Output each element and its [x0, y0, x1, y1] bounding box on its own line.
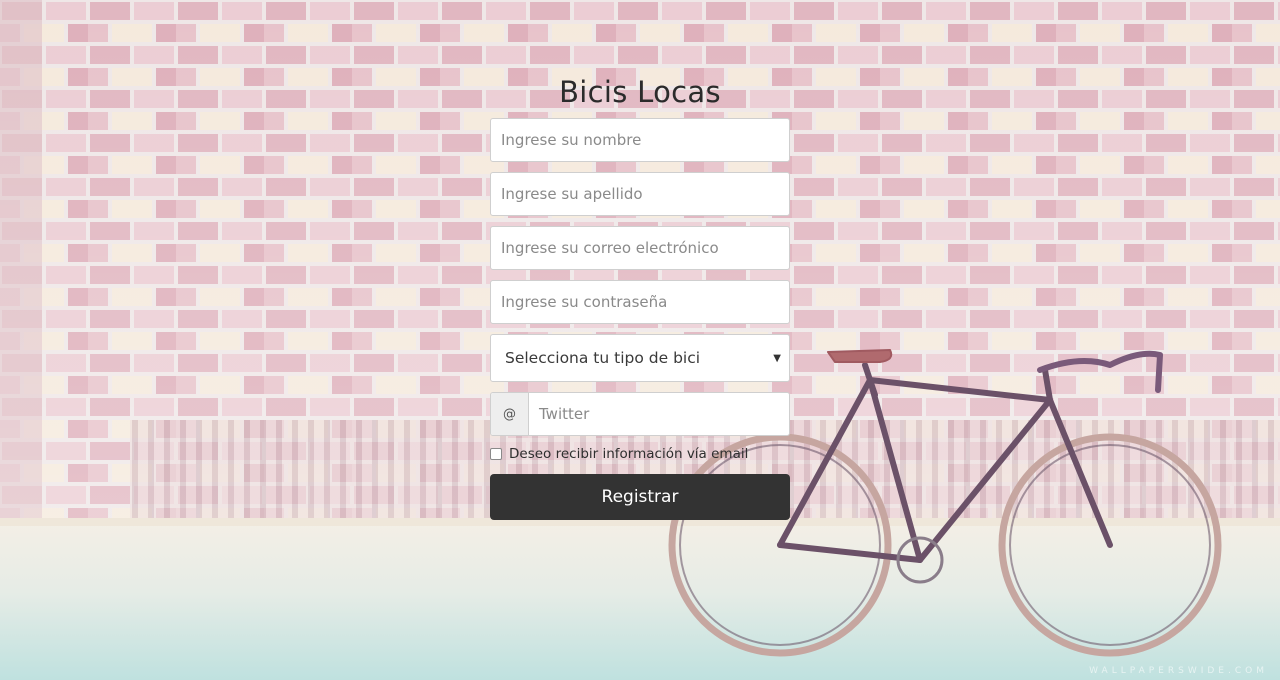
nombre-input[interactable]: Ingrese su nombre — [490, 118, 790, 162]
password-input[interactable]: Ingrese su contraseña — [490, 280, 790, 324]
page-title: Bicis Locas — [559, 75, 721, 109]
nombre-placeholder: Ingrese su nombre — [501, 131, 642, 149]
watermark: WALLPAPERSWIDE.COM — [1089, 666, 1268, 676]
bike-type-selected-value: Selecciona tu tipo de bici — [505, 349, 701, 367]
twitter-input-group: @ Twitter — [490, 392, 790, 436]
email-input[interactable]: Ingrese su correo electrónico — [490, 226, 790, 270]
password-placeholder: Ingrese su contraseña — [501, 293, 668, 311]
newsletter-label[interactable]: Deseo recibir información vía email — [509, 446, 748, 462]
register-button[interactable]: Registrar — [490, 474, 790, 520]
caret-down-icon: ▼ — [773, 352, 781, 364]
newsletter-option: Deseo recibir información vía email — [490, 444, 790, 464]
newsletter-checkbox[interactable] — [490, 448, 502, 460]
twitter-placeholder: Twitter — [539, 405, 590, 423]
email-placeholder: Ingrese su correo electrónico — [501, 239, 719, 257]
apellido-input[interactable]: Ingrese su apellido — [490, 172, 790, 216]
at-sign-addon: @ — [491, 393, 529, 435]
apellido-placeholder: Ingrese su apellido — [501, 185, 643, 203]
twitter-input[interactable]: Twitter — [529, 405, 589, 423]
bike-type-select[interactable]: Selecciona tu tipo de bici ▼ — [490, 334, 790, 382]
registration-form: Bicis Locas Ingrese su nombre Ingrese su… — [490, 72, 790, 520]
